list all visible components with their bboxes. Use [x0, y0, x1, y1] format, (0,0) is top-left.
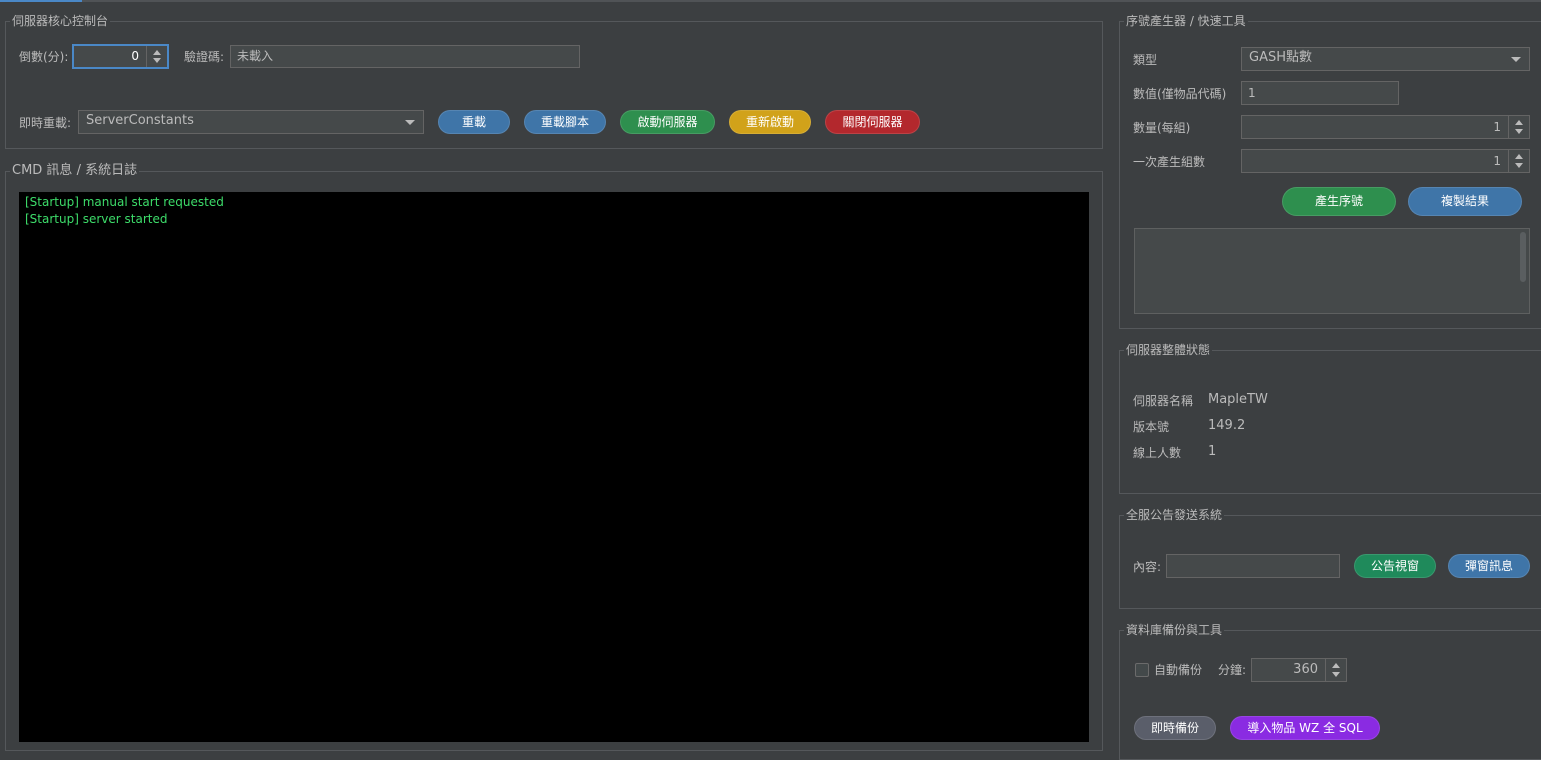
serial-type-label: 類型 — [1133, 53, 1158, 67]
copy-result-button[interactable]: 複製結果 — [1408, 187, 1522, 216]
import-wz-sql-button[interactable]: 導入物品 WZ 全 SQL — [1230, 716, 1380, 740]
backup-minutes-label: 分鐘: — [1218, 663, 1247, 677]
server-name-label: 伺服器名稱 — [1133, 394, 1194, 408]
serial-groups-value[interactable]: 1 — [1242, 150, 1501, 172]
verify-code-label: 驗證碼: — [184, 50, 225, 64]
top-border — [0, 0, 1541, 2]
log-console[interactable]: [Startup] manual start requested [Startu… — [19, 192, 1089, 742]
countdown-label: 倒數(分): — [19, 50, 69, 64]
backup-now-button[interactable]: 即時備份 — [1134, 716, 1216, 740]
serial-value-field[interactable]: 1 — [1241, 81, 1399, 105]
increment-arrow-icon[interactable] — [153, 50, 161, 55]
serial-type-selected: GASH點數 — [1249, 50, 1312, 65]
active-tab-indicator[interactable] — [0, 0, 82, 2]
serial-value-label: 數值(僅物品代碼) — [1133, 87, 1227, 101]
serial-groups-label: 一次產生組數 — [1133, 155, 1206, 169]
serial-qty-label: 數量(每組) — [1133, 121, 1191, 135]
log-panel-title: CMD 訊息 / 系統日誌 — [10, 163, 140, 179]
chevron-down-icon — [405, 120, 415, 125]
decrement-arrow-icon[interactable] — [1515, 129, 1523, 134]
result-scrollbar[interactable] — [1520, 232, 1526, 282]
version-label: 版本號 — [1133, 420, 1170, 434]
reload-script-button[interactable]: 重載腳本 — [524, 110, 606, 134]
generate-serial-button[interactable]: 產生序號 — [1282, 187, 1396, 216]
hot-reload-selected: ServerConstants — [86, 113, 194, 128]
increment-arrow-icon[interactable] — [1515, 154, 1523, 159]
log-lines: [Startup] manual start requested [Startu… — [19, 192, 1089, 230]
serial-result-area[interactable] — [1134, 228, 1530, 314]
announcement-title: 全服公告發送系統 — [1124, 507, 1225, 523]
backup-minutes-value[interactable]: 360 — [1252, 659, 1318, 681]
server-status-panel: 伺服器整體狀態 — [1119, 342, 1541, 494]
log-line: [Startup] server started — [25, 212, 168, 226]
serial-groups-spinner[interactable]: 1 — [1241, 149, 1530, 173]
decrement-arrow-icon[interactable] — [1515, 163, 1523, 168]
increment-arrow-icon[interactable] — [1332, 663, 1340, 668]
verify-code-field[interactable]: 未載入 — [230, 45, 580, 68]
decrement-arrow-icon[interactable] — [1332, 672, 1340, 677]
serial-groups-stepper[interactable] — [1508, 150, 1529, 172]
online-count-value: 1 — [1208, 444, 1217, 459]
countdown-spinner[interactable]: 0 — [72, 44, 169, 69]
restart-server-button[interactable]: 重新啟動 — [729, 110, 811, 134]
auto-backup-checkbox[interactable] — [1135, 663, 1149, 677]
countdown-stepper[interactable] — [146, 46, 167, 67]
online-count-label: 線上人數 — [1133, 446, 1182, 460]
stop-server-button[interactable]: 關閉伺服器 — [825, 110, 920, 134]
core-control-title: 伺服器核心控制台 — [10, 13, 111, 29]
hot-reload-select[interactable]: ServerConstants — [78, 110, 424, 134]
database-backup-title: 資料庫備份與工具 — [1124, 622, 1225, 638]
server-status-title: 伺服器整體狀態 — [1124, 342, 1213, 358]
decrement-arrow-icon[interactable] — [153, 58, 161, 63]
popup-message-button[interactable]: 彈窗訊息 — [1448, 554, 1530, 578]
log-line: [Startup] manual start requested — [25, 195, 224, 209]
serial-qty-stepper[interactable] — [1508, 116, 1529, 138]
version-value: 149.2 — [1208, 418, 1246, 433]
hot-reload-label: 即時重載: — [19, 116, 72, 130]
serial-type-select[interactable]: GASH點數 — [1241, 47, 1530, 71]
auto-backup-label: 自動備份 — [1154, 663, 1203, 677]
increment-arrow-icon[interactable] — [1515, 120, 1523, 125]
backup-minutes-stepper[interactable] — [1325, 659, 1346, 681]
announcement-content-label: 內容: — [1133, 560, 1162, 574]
reload-button[interactable]: 重載 — [438, 110, 510, 134]
announce-window-button[interactable]: 公告視窗 — [1354, 554, 1436, 578]
backup-minutes-spinner[interactable]: 360 — [1251, 658, 1347, 682]
start-server-button[interactable]: 啟動伺服器 — [620, 110, 715, 134]
database-backup-panel: 資料庫備份與工具 — [1119, 622, 1541, 760]
countdown-value[interactable]: 0 — [74, 46, 139, 67]
serial-qty-value[interactable]: 1 — [1242, 116, 1501, 138]
chevron-down-icon — [1511, 57, 1521, 62]
serial-generator-title: 序號產生器 / 快速工具 — [1124, 13, 1248, 29]
serial-qty-spinner[interactable]: 1 — [1241, 115, 1530, 139]
server-name-value: MapleTW — [1208, 392, 1268, 407]
announcement-content-input[interactable] — [1166, 554, 1340, 578]
